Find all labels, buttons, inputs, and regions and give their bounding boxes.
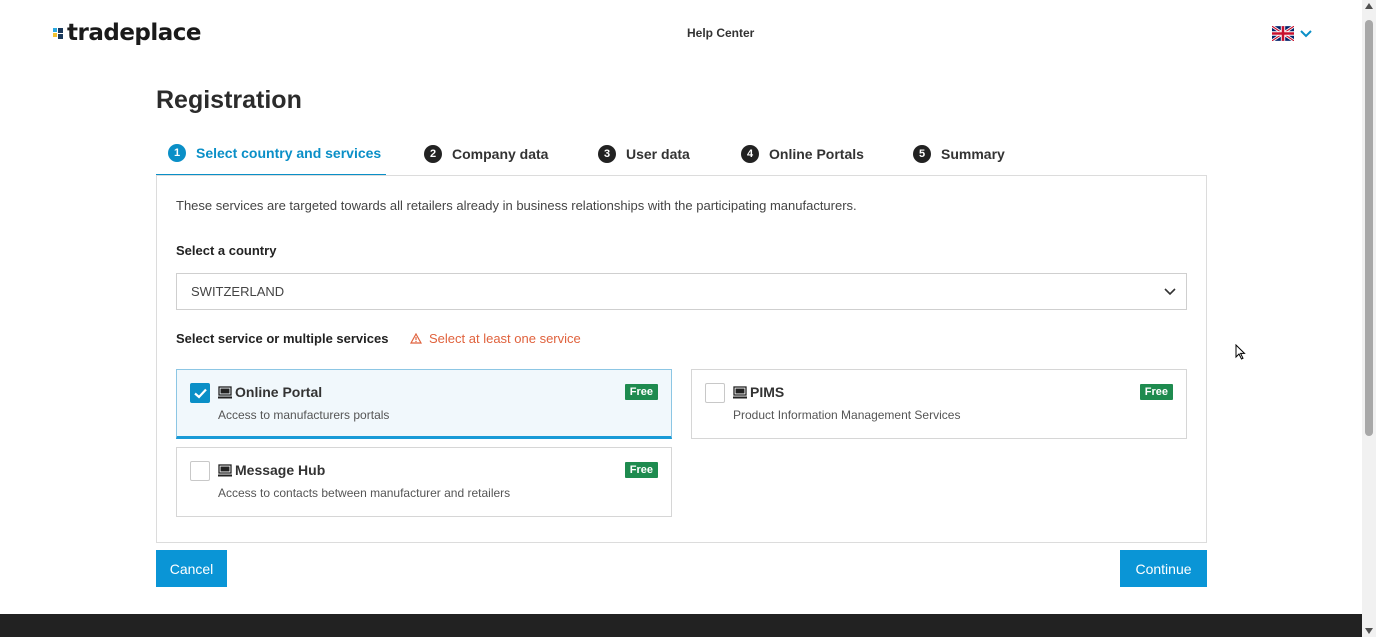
- help-center-link[interactable]: Help Center: [687, 26, 754, 40]
- step-number: 5: [913, 145, 931, 163]
- service-description: Access to contacts between manufacturer …: [218, 486, 511, 500]
- step-label: Online Portals: [769, 146, 864, 162]
- step-online-portals[interactable]: 4 Online Portals: [741, 132, 864, 176]
- service-checkbox[interactable]: [190, 383, 210, 403]
- service-title-text: PIMS: [750, 384, 785, 400]
- service-card-message-hub[interactable]: Message Hub Access to contacts between m…: [176, 447, 672, 517]
- scroll-thumb[interactable]: [1365, 20, 1373, 436]
- registration-panel: These services are targeted towards all …: [156, 175, 1207, 543]
- service-title: PIMS: [733, 384, 784, 400]
- country-value: SWITZERLAND: [191, 284, 285, 299]
- step-number: 4: [741, 145, 759, 163]
- chevron-down-icon: [1300, 29, 1312, 37]
- monitor-icon: [733, 385, 747, 398]
- service-title-text: Online Portal: [235, 384, 323, 400]
- service-title: Message Hub: [218, 462, 325, 478]
- monitor-icon: [218, 463, 232, 476]
- logo-text: tradeplace: [67, 20, 202, 46]
- step-summary[interactable]: 5 Summary: [913, 132, 1005, 176]
- service-warning: Select at least one service: [410, 331, 581, 346]
- continue-button[interactable]: Continue: [1120, 550, 1207, 587]
- country-select[interactable]: SWITZERLAND: [176, 273, 1187, 310]
- service-checkbox[interactable]: [705, 383, 725, 403]
- language-selector[interactable]: [1272, 26, 1312, 41]
- service-title: Online Portal: [218, 384, 322, 400]
- service-card-pims[interactable]: PIMS Product Information Management Serv…: [691, 369, 1187, 439]
- free-badge: Free: [1139, 384, 1173, 400]
- free-badge: Free: [624, 462, 658, 478]
- step-label: User data: [626, 146, 690, 162]
- step-company-data[interactable]: 2 Company data: [424, 132, 548, 176]
- uk-flag-icon: [1272, 26, 1294, 41]
- service-label: Select service or multiple services: [176, 331, 389, 346]
- step-number: 3: [598, 145, 616, 163]
- mouse-cursor-icon: [1235, 344, 1246, 360]
- checkmark-icon: [194, 388, 207, 399]
- service-description: Access to manufacturers portals: [218, 408, 390, 422]
- country-label: Select a country: [176, 243, 277, 258]
- service-card-online-portal[interactable]: Online Portal Access to manufacturers po…: [176, 369, 672, 439]
- scroll-up-icon[interactable]: [1365, 3, 1373, 9]
- cancel-button[interactable]: Cancel: [156, 550, 227, 587]
- scroll-down-icon[interactable]: [1365, 628, 1373, 634]
- step-label: Summary: [941, 146, 1005, 162]
- monitor-icon: [218, 385, 232, 398]
- vertical-scrollbar[interactable]: [1362, 0, 1376, 637]
- step-number: 2: [424, 145, 442, 163]
- service-description: Product Information Management Services: [733, 408, 961, 422]
- warning-icon: [410, 333, 422, 344]
- free-badge: Free: [624, 384, 658, 400]
- step-label: Select country and services: [196, 145, 382, 161]
- step-number: 1: [168, 144, 186, 162]
- step-select-country-and-services[interactable]: 1 Select country and services: [156, 132, 386, 176]
- page-title: Registration: [156, 86, 302, 114]
- step-label: Company data: [452, 146, 549, 162]
- site-header: tradeplace Help Center: [0, 0, 1362, 66]
- service-warning-text: Select at least one service: [429, 331, 581, 346]
- registration-steps: 1 Select country and services 2 Company …: [156, 132, 1207, 176]
- logo-mark-icon: [53, 26, 65, 40]
- chevron-down-icon: [1164, 288, 1176, 296]
- footer-bar: [0, 614, 1362, 637]
- service-title-text: Message Hub: [235, 462, 326, 478]
- tradeplace-logo[interactable]: tradeplace: [53, 20, 202, 46]
- service-checkbox[interactable]: [190, 461, 210, 481]
- intro-text: These services are targeted towards all …: [176, 198, 857, 213]
- step-user-data[interactable]: 3 User data: [598, 132, 690, 176]
